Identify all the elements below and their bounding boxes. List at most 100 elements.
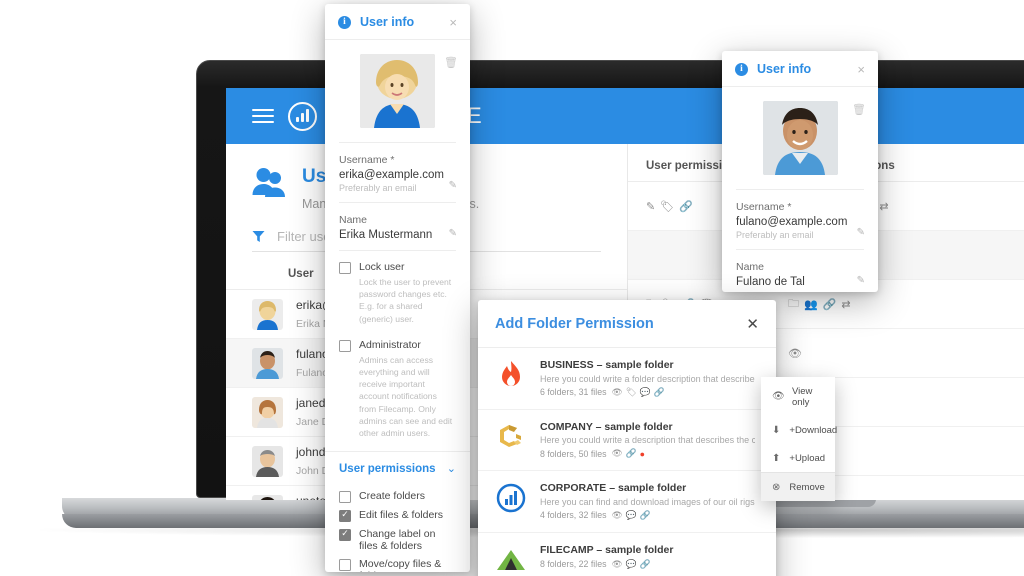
link-icon: 🔗	[679, 200, 693, 213]
link-icon: 🔗	[639, 509, 651, 520]
panel-header: i User info ×	[722, 51, 878, 87]
company-c-icon	[495, 421, 527, 453]
eye-icon: 👁	[788, 347, 802, 360]
user-info-panel-left: i User info × 🗑 Username * erika@example…	[325, 4, 470, 572]
label-icon: 🏷	[660, 200, 675, 213]
share-icon: ⇄	[879, 200, 889, 213]
close-icon[interactable]: ×	[857, 63, 865, 76]
name-field[interactable]: Name Fulano de Tal ✎	[722, 252, 878, 292]
info-icon: i	[735, 62, 748, 76]
edit-pencil-icon[interactable]: ✎	[857, 275, 865, 286]
modal-title: Add Folder Permission	[495, 316, 654, 332]
flame-icon	[495, 359, 527, 391]
remove-icon: ⊗	[772, 481, 781, 493]
edit-pencil-icon[interactable]: ✎	[449, 180, 457, 191]
username-hint: Preferably an email	[339, 183, 417, 193]
lock-user-description: Lock the user to prevent password change…	[359, 277, 452, 324]
administrator-checkbox[interactable]	[339, 339, 351, 352]
filter-icon	[252, 230, 265, 243]
folder-name: BUSINESS – sample folder	[540, 359, 674, 371]
menu-item-label: +Download	[789, 424, 838, 436]
avatar-block: 🗑	[722, 87, 878, 187]
permission-checkbox-row[interactable]: Move/copy files & folders	[325, 553, 470, 572]
eye-icon: 👁	[611, 558, 623, 569]
list-item[interactable]: CORPORATE – sample folder Here you can fi…	[478, 471, 776, 533]
name-field[interactable]: Name Erika Mustermann ✎	[325, 205, 470, 248]
edit-pencil-icon[interactable]: ✎	[449, 228, 457, 239]
share-icon: ⇄	[841, 298, 851, 311]
close-icon[interactable]: ✕	[746, 315, 759, 333]
red-dot-icon: ●	[639, 448, 645, 459]
link-icon: 🔗	[822, 298, 837, 311]
trash-icon[interactable]: 🗑	[444, 56, 458, 69]
folder-badges: 👁 💬 🔗	[612, 510, 651, 521]
folder-meta: 8 folders, 22 files 👁 💬 🔗	[540, 558, 651, 570]
folder-meta: 8 folders, 50 files 👁 🔗 ●	[540, 448, 645, 459]
close-icon[interactable]: ×	[449, 16, 457, 29]
folder-list: BUSINESS – sample folder Here you could w…	[478, 348, 776, 576]
eye-icon: 👁	[772, 391, 785, 402]
name-label: Name	[736, 261, 765, 273]
name-label: Name	[339, 214, 368, 226]
permission-label: Move/copy files & folders	[359, 557, 442, 572]
pencil-icon: ✎	[646, 200, 656, 213]
add-folder-permission-modal: Add Folder Permission ✕ BUSINESS – sampl…	[478, 300, 776, 576]
divider	[339, 250, 456, 251]
username-value: erika@example.com	[339, 169, 444, 181]
section-user-permissions[interactable]: User permissions ⌄	[325, 451, 470, 483]
name-value: Erika Mustermann	[339, 229, 433, 241]
hamburger-icon[interactable]	[252, 109, 274, 123]
panel-title: User info	[360, 15, 415, 29]
permission-label: Edit files & folders	[359, 508, 444, 521]
folder-description: Here you could write a description that …	[540, 435, 755, 445]
chevron-down-icon[interactable]: ⌄	[447, 462, 456, 475]
folder-description: Here you could write a folder descriptio…	[540, 373, 755, 384]
administrator-label: Administrator	[359, 338, 421, 351]
username-field[interactable]: Username * erika@example.com Preferably …	[325, 145, 470, 200]
folder-name: CORPORATE – sample folder	[540, 482, 687, 494]
permission-label: Change label on files & folders	[359, 527, 436, 552]
modal-header: Add Folder Permission ✕	[478, 300, 776, 348]
lock-user-checkbox[interactable]	[339, 262, 351, 274]
menu-item[interactable]: ⊗ Remove	[761, 472, 835, 501]
comment-icon: 💬	[625, 558, 637, 569]
list-item[interactable]: FILECAMP – sample folder 8 folders, 22 fi…	[478, 533, 776, 576]
permission-checkbox-row[interactable]: Change label on files & folders	[325, 523, 470, 553]
administrator-description: Admins can access everything and will re…	[359, 354, 453, 439]
permission-checkbox[interactable]	[339, 528, 351, 541]
folder-name: COMPANY – sample folder	[540, 420, 673, 433]
folder-meta: 6 folders, 31 files 👁 🏷 💬 🔗	[540, 386, 665, 398]
permission-checkbox[interactable]	[339, 490, 351, 503]
permission-label: Create folders	[359, 489, 425, 502]
eye-icon: 👁	[611, 386, 623, 397]
avatar-block: 🗑	[325, 40, 470, 140]
link-icon: 🔗	[625, 448, 637, 458]
username-field[interactable]: Username * fulano@example.com Preferably…	[722, 192, 878, 247]
divider	[339, 202, 456, 203]
permission-checkbox-row[interactable]: Edit files & folders	[325, 504, 470, 523]
upload-icon: ⬆	[772, 452, 781, 464]
lock-user-label: Lock user	[359, 261, 405, 273]
users-icon: 👥	[804, 298, 818, 311]
divider	[339, 142, 456, 143]
permission-checkbox-row[interactable]: Create folders	[325, 485, 470, 504]
menu-item[interactable]: ⬇ +Download	[761, 416, 838, 444]
menu-item[interactable]: ⬆ +Upload	[761, 444, 835, 472]
edit-pencil-icon[interactable]: ✎	[857, 227, 865, 238]
menu-item[interactable]: 👁 View only	[761, 377, 835, 416]
permission-checkbox[interactable]	[339, 558, 351, 571]
eye-icon: 👁	[611, 509, 623, 520]
list-item[interactable]: BUSINESS – sample folder Here you could w…	[478, 348, 776, 410]
label-icon: 🏷	[625, 386, 637, 397]
list-item[interactable]: COMPANY – sample folder Here you could wr…	[478, 410, 776, 471]
permission-context-menu: 👁 View only ⬇ +Download ⬆ +Upload ⊗ Remove	[761, 377, 838, 501]
administrator-checkbox-row[interactable]: Administrator	[325, 331, 470, 352]
name-value: Fulano de Tal	[736, 276, 805, 288]
lock-user-checkbox-row[interactable]: Lock user	[325, 253, 470, 274]
menu-item-label: Remove	[789, 481, 825, 493]
avatar	[252, 445, 283, 477]
admin-permission-icons: 👁	[788, 347, 948, 360]
permission-checkbox[interactable]	[339, 509, 351, 522]
folder-description: Here you can find and download images of…	[540, 496, 755, 507]
trash-icon[interactable]: 🗑	[852, 103, 866, 116]
